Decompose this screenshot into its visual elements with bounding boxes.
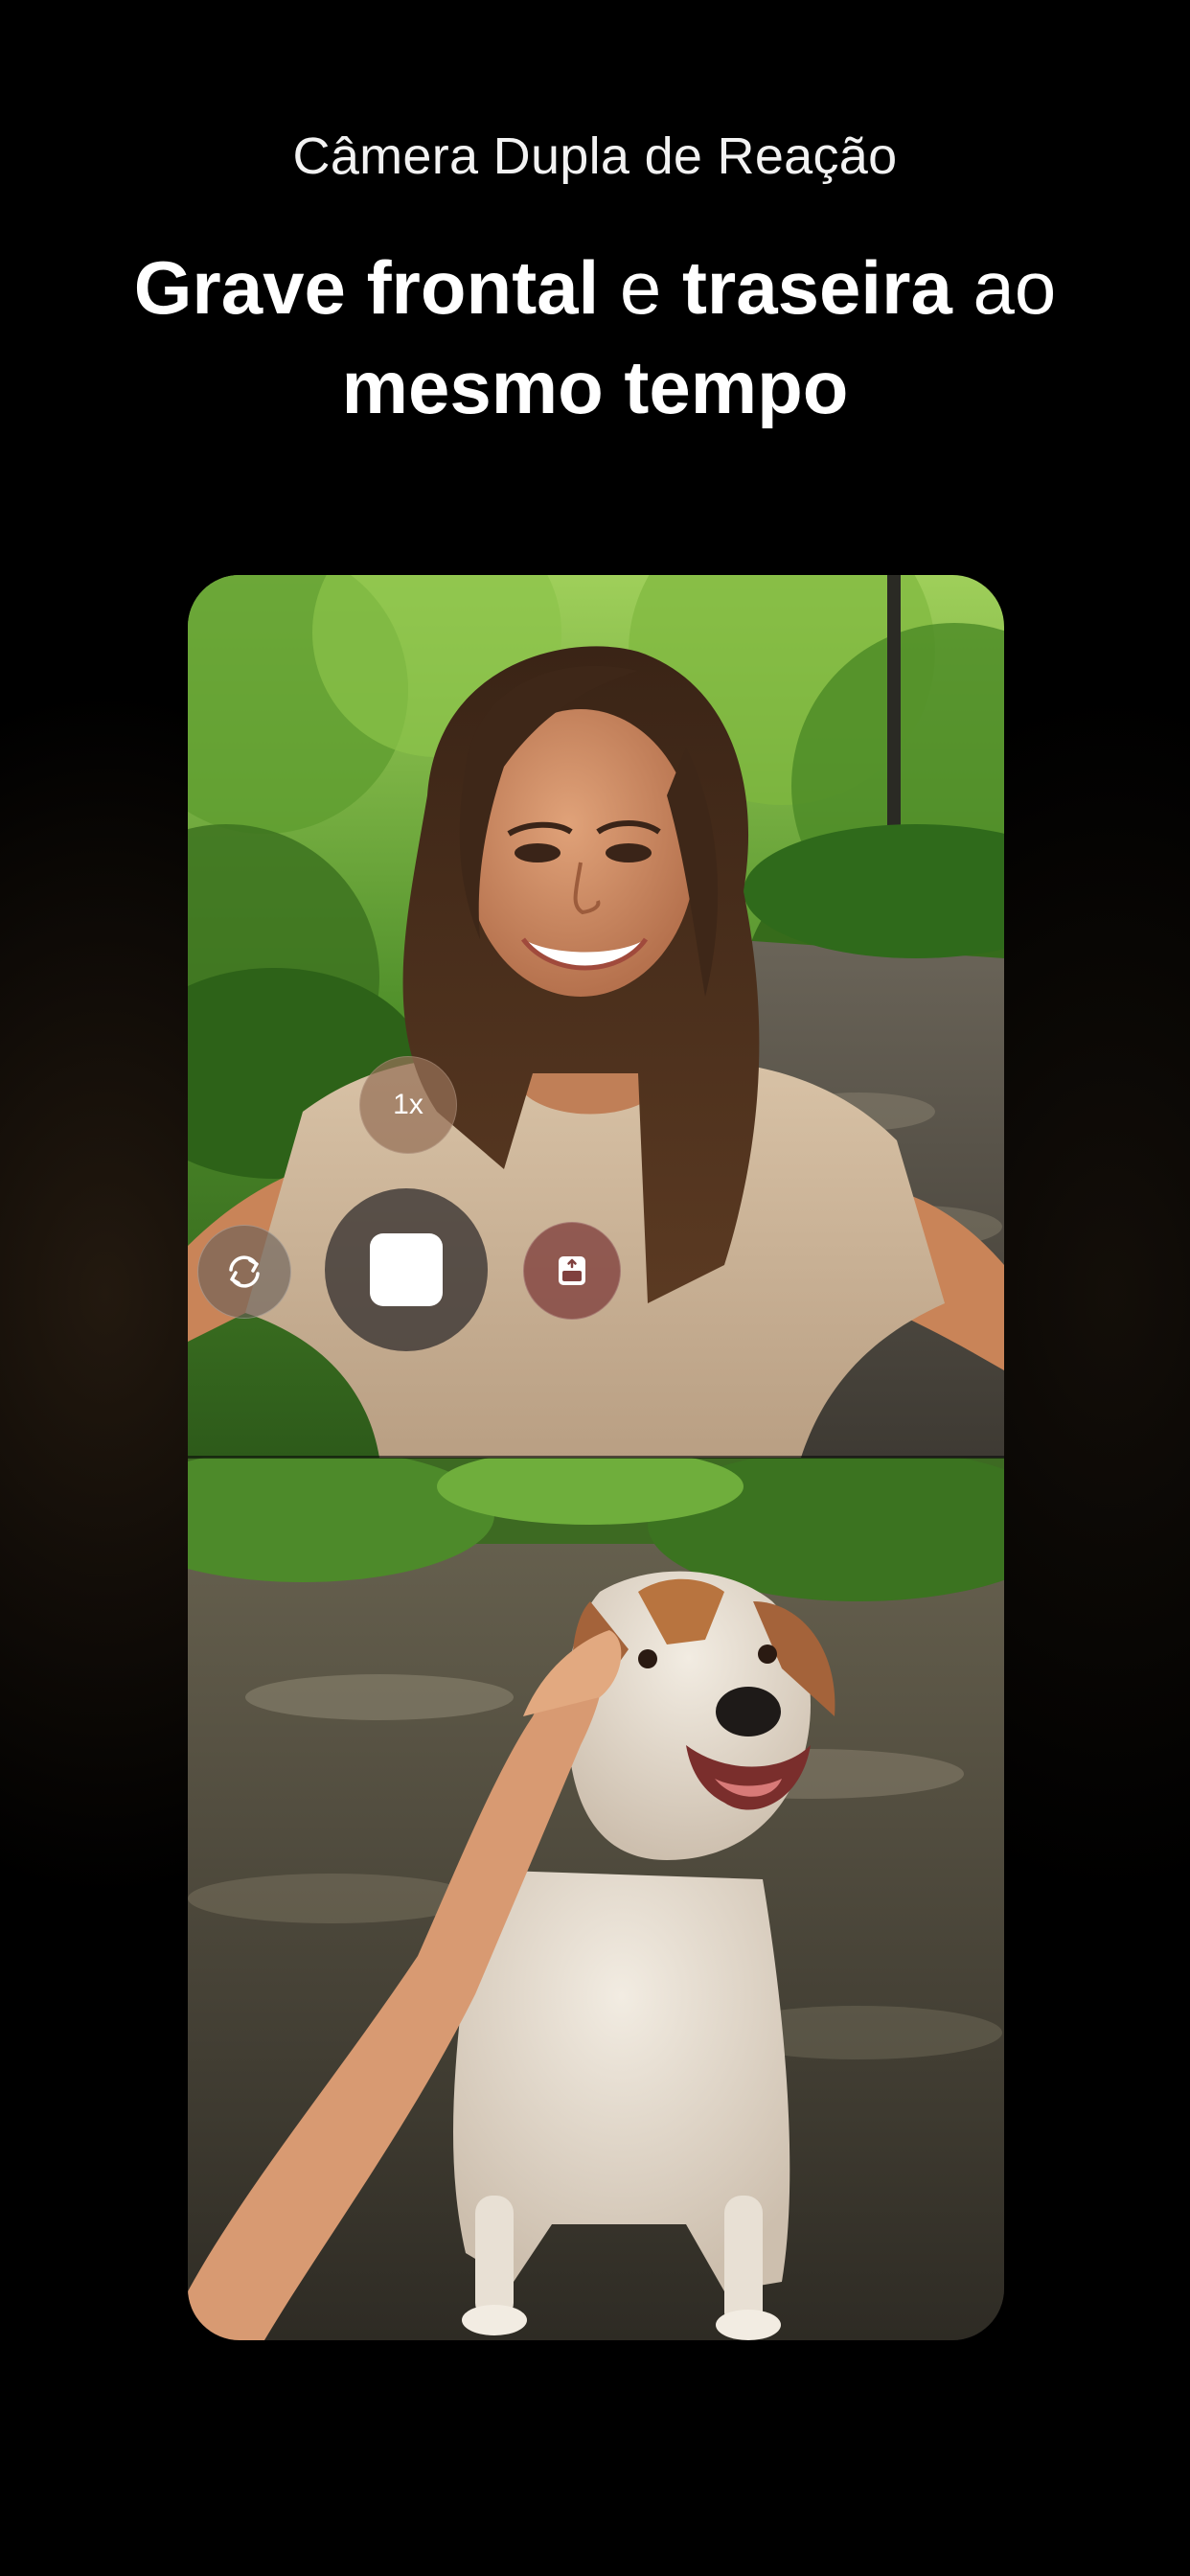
- front-camera-view: [188, 575, 1004, 1458]
- promo-subtitle: Câmera Dupla de Reação: [292, 127, 898, 185]
- rear-camera-view: [188, 1458, 1004, 2340]
- camera-split-divider: [188, 1456, 1004, 1459]
- headline-rear: traseira: [681, 245, 952, 330]
- promo-screen: Câmera Dupla de Reação Grave frontal e t…: [0, 0, 1190, 2576]
- dog-scene-image: [188, 1458, 1004, 2340]
- layout-swap-button[interactable]: [523, 1222, 621, 1320]
- headline-front: Grave frontal: [133, 245, 600, 330]
- stop-square-icon: [370, 1233, 443, 1306]
- headline-same-time: mesmo tempo: [341, 345, 849, 429]
- zoom-level-button[interactable]: 1x: [359, 1056, 457, 1154]
- headline-connector-ao: ao: [973, 245, 1057, 330]
- layout-swap-icon: [559, 1256, 585, 1285]
- headline-connector-e: e: [619, 245, 662, 330]
- camera-flip-icon: [229, 1255, 260, 1288]
- zoom-level-label: 1x: [393, 1089, 423, 1120]
- promo-headline: Grave frontal e traseira ao mesmo tempo: [0, 238, 1190, 437]
- dual-camera-preview: [188, 575, 1004, 2340]
- flip-camera-button[interactable]: [197, 1225, 291, 1319]
- record-stop-button[interactable]: [325, 1188, 488, 1351]
- selfie-scene-image: [188, 575, 1004, 1458]
